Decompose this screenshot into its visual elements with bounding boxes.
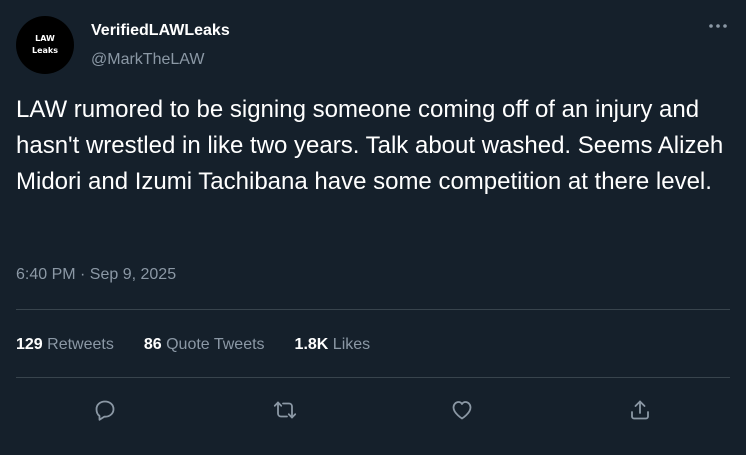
divider <box>16 309 730 310</box>
retweets-label: Retweets <box>47 336 114 353</box>
author-handle[interactable]: @MarkTheLAW <box>91 50 204 70</box>
quote-tweets-stat[interactable]: 86 Quote Tweets <box>144 335 265 355</box>
retweets-stat[interactable]: 129 Retweets <box>16 335 114 355</box>
tweet-text: LAW rumored to be signing someone coming… <box>16 96 724 195</box>
tweet-timestamp[interactable]: 6:40 PM · Sep 9, 2025 <box>16 265 176 285</box>
share-icon <box>631 400 649 420</box>
avatar-text-line2: Leaks <box>31 46 58 55</box>
retweet-icon <box>273 401 297 419</box>
quote-tweets-label: Quote Tweets <box>166 336 265 353</box>
author-display-name[interactable]: VerifiedLAWLeaks <box>91 21 230 41</box>
likes-stat[interactable]: 1.8K Likes <box>295 335 371 355</box>
like-button[interactable] <box>448 396 476 424</box>
retweet-button[interactable] <box>271 396 299 424</box>
more-options-button[interactable] <box>706 14 730 38</box>
reply-icon <box>95 400 115 421</box>
engagement-stats: 129 Retweets 86 Quote Tweets 1.8K Likes <box>16 335 400 355</box>
avatar-text-line1: LAW <box>35 34 55 43</box>
heart-icon <box>452 401 472 420</box>
likes-label: Likes <box>332 336 371 353</box>
quote-tweets-count: 86 <box>143 336 162 353</box>
avatar[interactable]: LAW Leaks <box>16 16 74 74</box>
more-dots-icon <box>709 24 727 28</box>
divider <box>16 377 730 378</box>
tweet-card: LAW Leaks VerifiedLAWLeaks @MarkTheLAW L… <box>0 0 746 455</box>
likes-count: 1.8K <box>294 336 329 353</box>
share-button[interactable] <box>626 396 654 424</box>
reply-button[interactable] <box>91 396 119 424</box>
retweets-count: 129 <box>16 336 43 353</box>
